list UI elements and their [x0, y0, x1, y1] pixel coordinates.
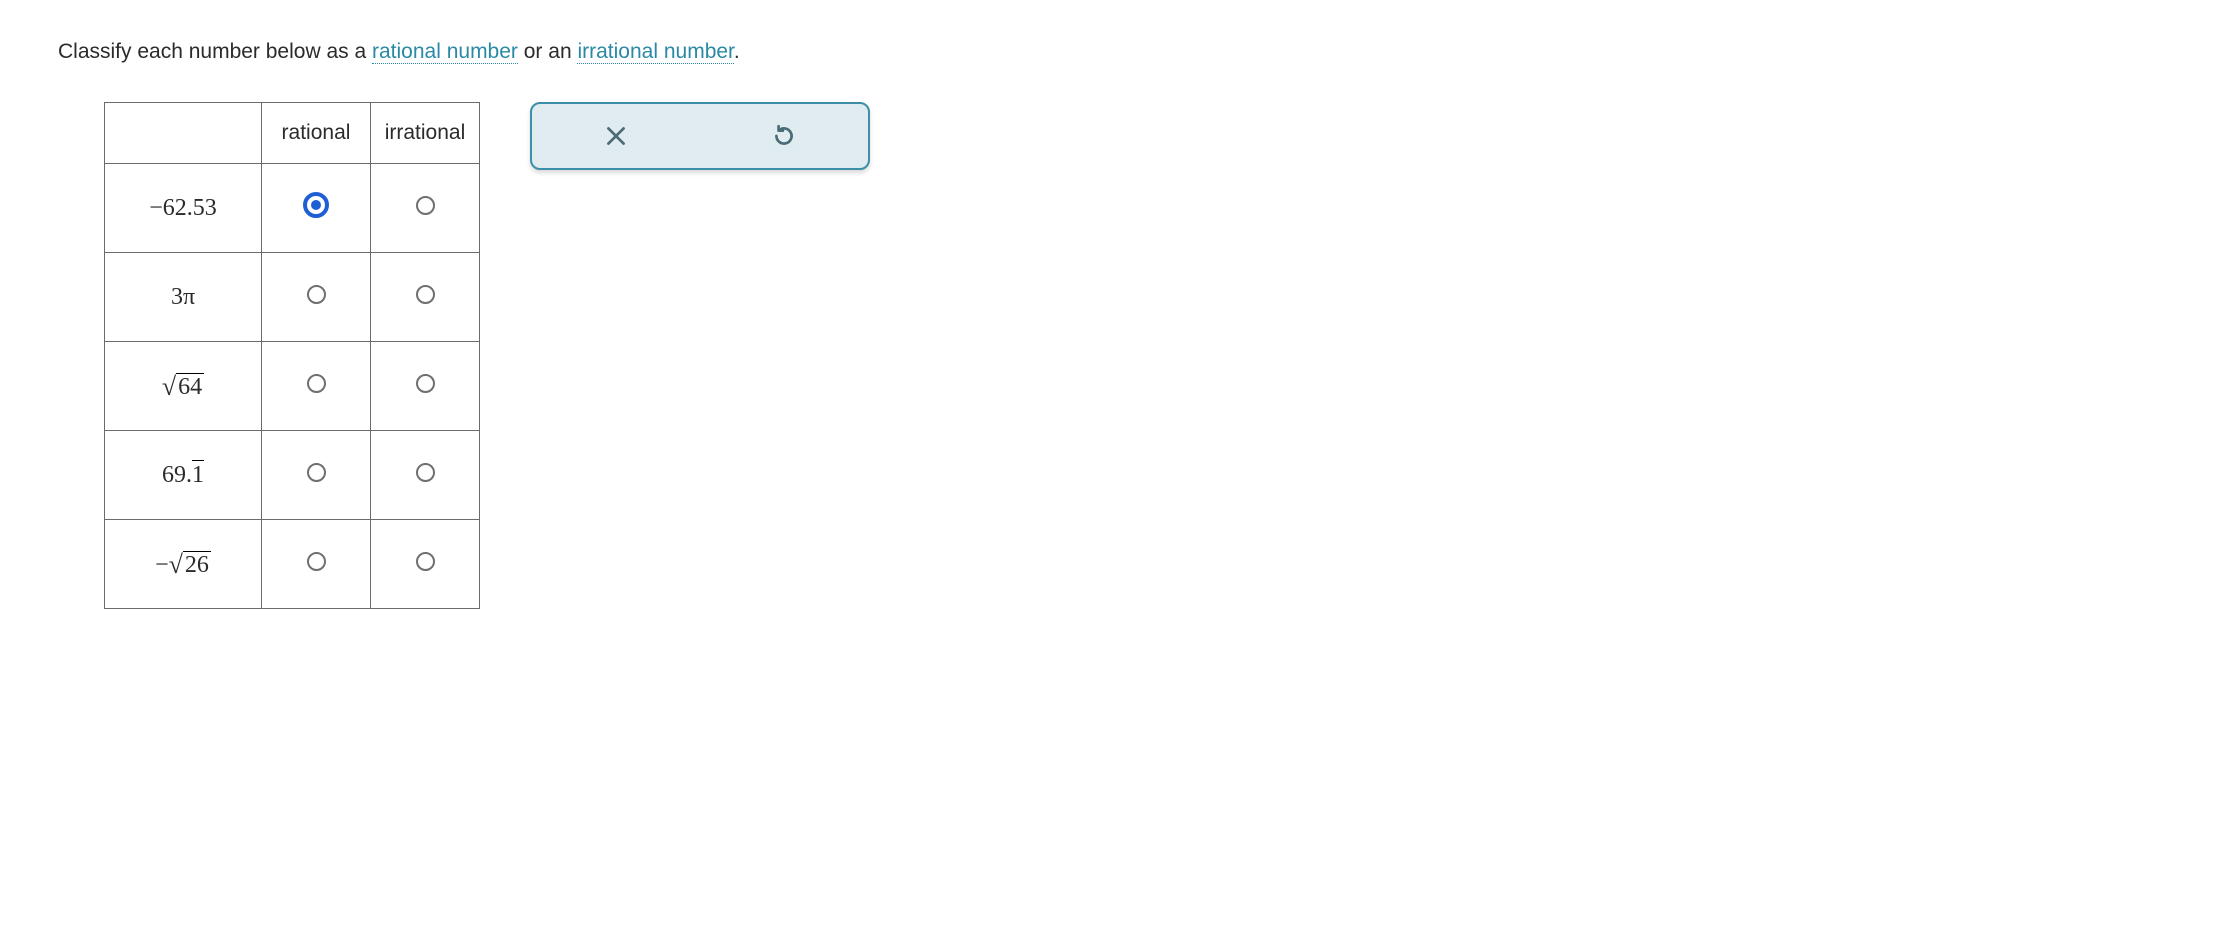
undo-icon: [771, 123, 797, 149]
number-cell: 64: [105, 342, 262, 431]
table-row: 3π: [105, 253, 480, 342]
radio-rational[interactable]: [307, 552, 326, 571]
prompt-text-mid: or an: [518, 40, 578, 63]
table-body: −62.533π6469.1−26: [105, 164, 480, 609]
radio-rational[interactable]: [307, 463, 326, 482]
link-rational-number[interactable]: rational number: [372, 40, 518, 64]
header-irrational: irrational: [371, 103, 480, 164]
close-icon: [603, 123, 629, 149]
question-prompt: Classify each number below as a rational…: [58, 40, 2197, 64]
link-irrational-number[interactable]: irrational number: [577, 40, 733, 64]
number-cell: −62.53: [105, 164, 262, 253]
prompt-text-prefix: Classify each number below as a: [58, 40, 372, 63]
radio-cell-rational: [262, 164, 371, 253]
radio-irrational[interactable]: [416, 374, 435, 393]
answer-toolbar: [530, 102, 870, 170]
radio-rational[interactable]: [307, 285, 326, 304]
radio-cell-irrational: [371, 431, 480, 520]
table-row: −62.53: [105, 164, 480, 253]
reset-button[interactable]: [700, 104, 868, 168]
radio-cell-rational: [262, 253, 371, 342]
radio-rational[interactable]: [307, 374, 326, 393]
header-rational: rational: [262, 103, 371, 164]
radio-cell-rational: [262, 342, 371, 431]
prompt-text-suffix: .: [734, 40, 740, 63]
number-cell: 69.1: [105, 431, 262, 520]
classification-table: rational irrational −62.533π6469.1−26: [104, 102, 480, 609]
radio-cell-irrational: [371, 342, 480, 431]
radio-cell-rational: [262, 520, 371, 609]
number-cell: 3π: [105, 253, 262, 342]
header-empty: [105, 103, 262, 164]
radio-rational[interactable]: [303, 192, 329, 218]
radio-irrational[interactable]: [416, 552, 435, 571]
table-row: −26: [105, 520, 480, 609]
radio-cell-irrational: [371, 253, 480, 342]
radio-cell-rational: [262, 431, 371, 520]
table-row: 64: [105, 342, 480, 431]
clear-button[interactable]: [532, 104, 700, 168]
radio-irrational[interactable]: [416, 285, 435, 304]
number-cell: −26: [105, 520, 262, 609]
table-row: 69.1: [105, 431, 480, 520]
radio-irrational[interactable]: [416, 196, 435, 215]
radio-irrational[interactable]: [416, 463, 435, 482]
radio-cell-irrational: [371, 164, 480, 253]
radio-cell-irrational: [371, 520, 480, 609]
